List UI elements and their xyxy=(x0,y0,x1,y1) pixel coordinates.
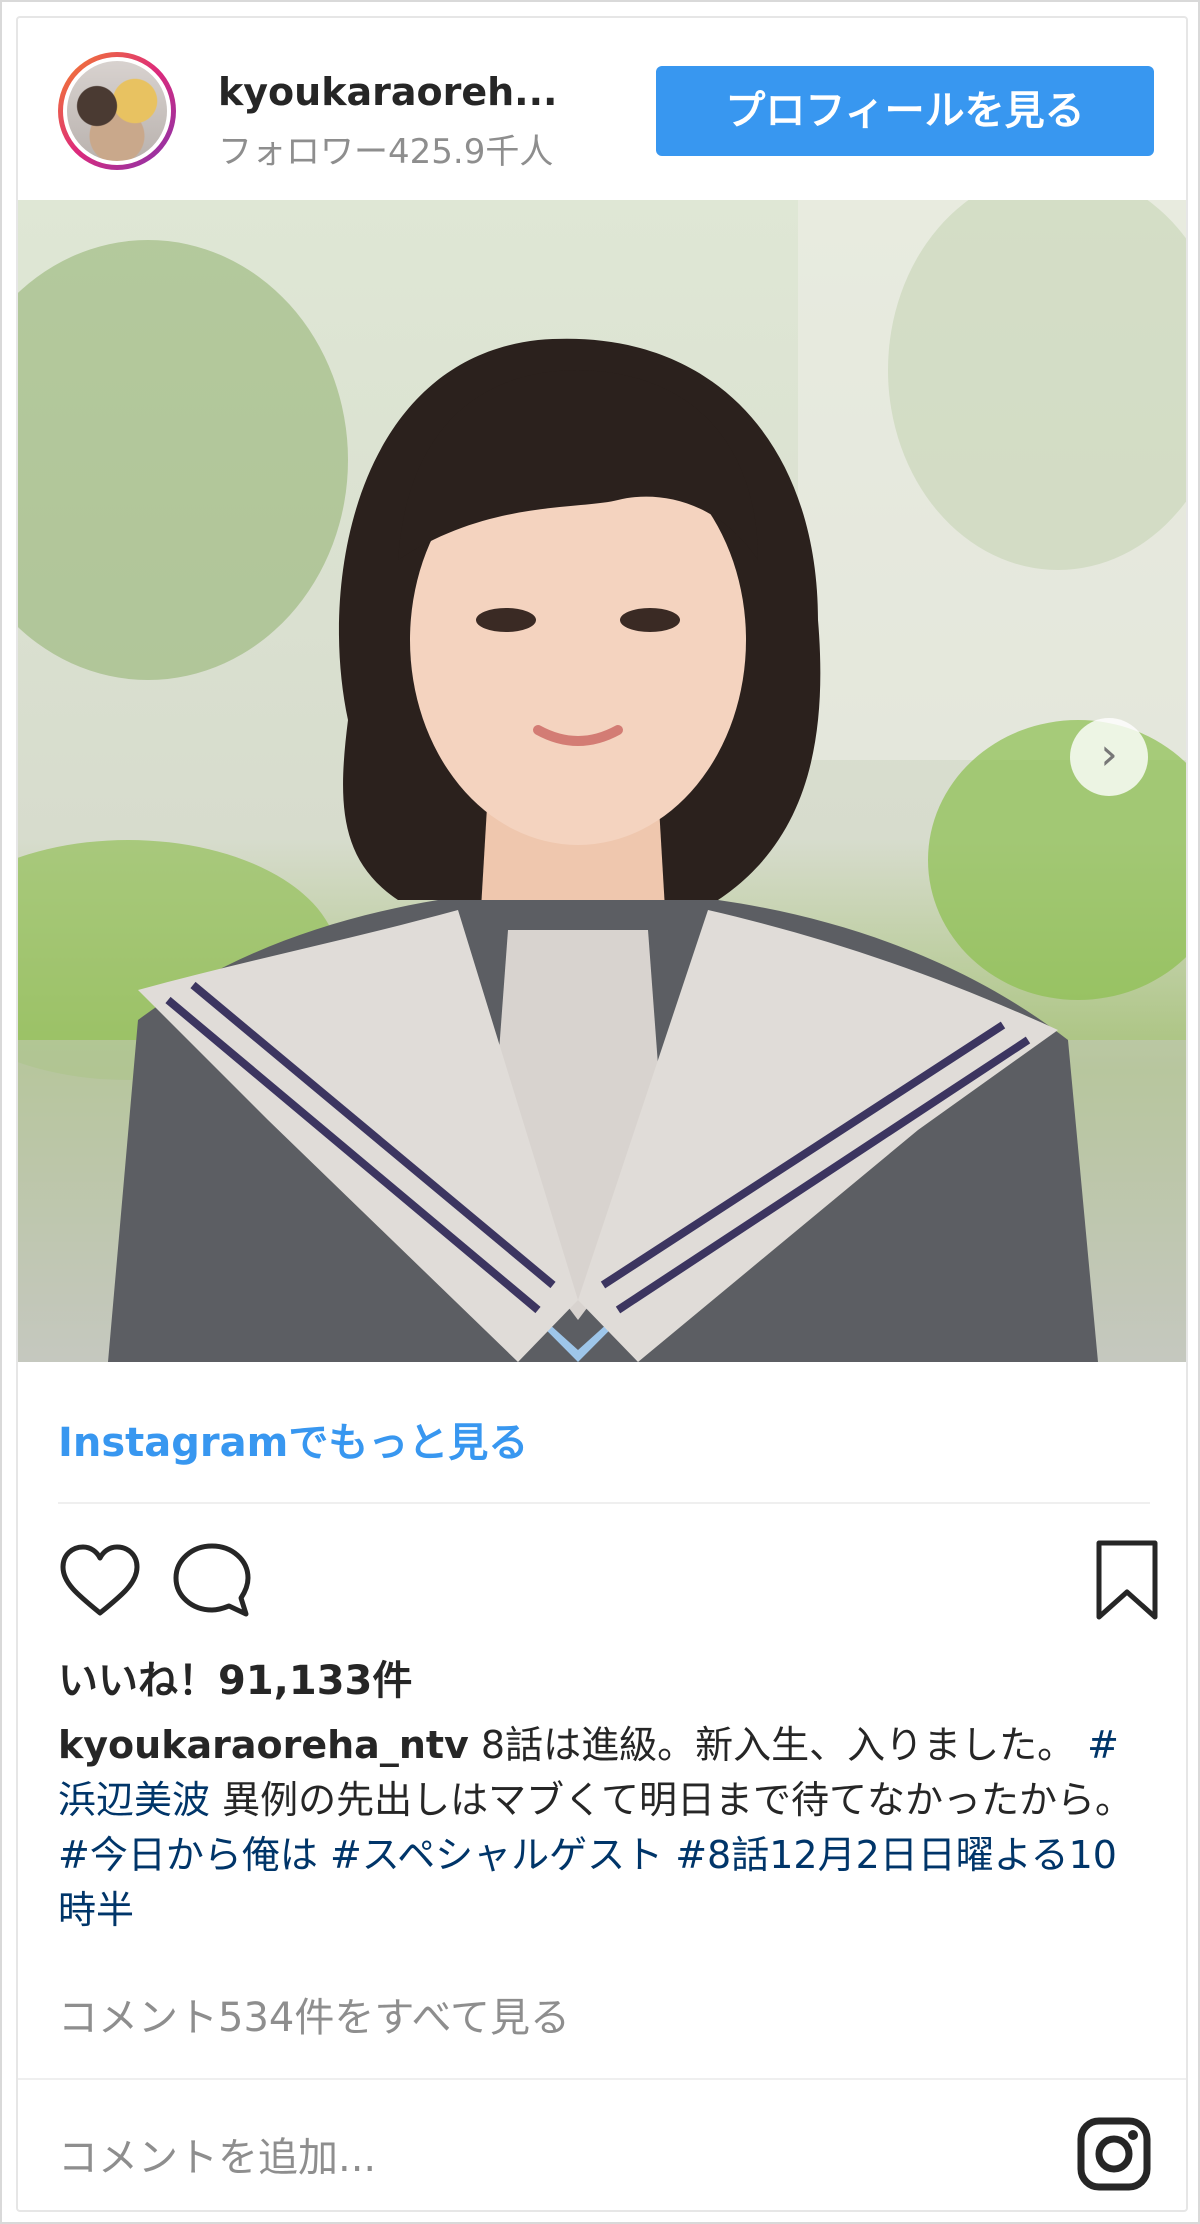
caption-author[interactable]: kyoukaraoreha_ntv xyxy=(58,1723,469,1767)
avatar[interactable] xyxy=(58,52,176,170)
next-photo-button[interactable]: › xyxy=(1070,718,1148,796)
like-count[interactable]: いいね！91,133件 xyxy=(58,1648,412,1706)
avatar-image xyxy=(63,57,171,165)
follower-count: フォロワー425.9千人 xyxy=(218,132,554,172)
post-photo[interactable]: › xyxy=(18,200,1186,1362)
bookmark-icon[interactable] xyxy=(1094,1538,1160,1626)
caption-text: 8話は進級。新入生、入りました。 xyxy=(468,1723,1088,1767)
instagram-icon[interactable] xyxy=(1076,2116,1152,2196)
heart-icon[interactable] xyxy=(58,1543,142,1623)
divider xyxy=(18,2078,1186,2080)
portrait-illustration xyxy=(18,200,1186,1362)
username[interactable]: kyoukaraoreh... xyxy=(218,70,557,114)
comment-icon[interactable] xyxy=(170,1540,254,1628)
hashtag[interactable]: #今日から俺は xyxy=(58,1833,318,1877)
add-comment-input[interactable]: コメントを追加... xyxy=(58,2125,376,2183)
caption-text: 異例の先出しはマブくて明日まで待てなかったから。 xyxy=(210,1778,1133,1822)
embed-frame: kyoukaraoreh... フォロワー425.9千人 プロフィールを見る ›… xyxy=(0,0,1200,2224)
view-more-on-instagram-link[interactable]: Instagramでもっと見る xyxy=(58,1410,528,1468)
instagram-embed-card: kyoukaraoreh... フォロワー425.9千人 プロフィールを見る ›… xyxy=(16,16,1188,2212)
caption-text xyxy=(318,1833,330,1877)
post-header: kyoukaraoreh... フォロワー425.9千人 プロフィールを見る xyxy=(18,18,1186,200)
post-caption: kyoukaraoreha_ntv 8話は進級。新入生、入りました。 #浜辺美波… xyxy=(58,1718,1148,1938)
divider xyxy=(58,1502,1150,1504)
chevron-right-icon: › xyxy=(1100,729,1118,780)
view-all-comments-link[interactable]: コメント534件をすべて見る xyxy=(58,1985,570,2043)
view-profile-button[interactable]: プロフィールを見る xyxy=(656,66,1154,156)
caption-text xyxy=(663,1833,675,1877)
hashtag[interactable]: #スペシャルゲスト xyxy=(330,1833,663,1877)
